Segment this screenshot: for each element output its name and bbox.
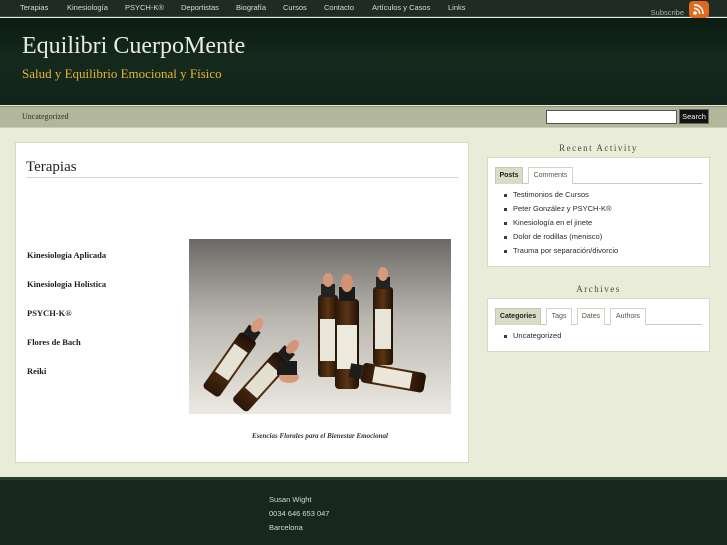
link-reiki[interactable]: Reiki bbox=[27, 366, 46, 376]
archives-widget: Categories Tags Dates Authors Uncategori… bbox=[487, 298, 710, 352]
category-link-uncategorized[interactable]: Uncategorized bbox=[22, 112, 69, 121]
recent-post-item[interactable]: Testimonios de Cursos bbox=[504, 189, 618, 203]
footer-name: Susan Wight bbox=[269, 495, 312, 504]
categories-list: Uncategorized bbox=[504, 330, 561, 344]
nav-item-cursos[interactable]: Cursos bbox=[283, 3, 307, 12]
link-psych-k[interactable]: PSYCH-K® bbox=[27, 308, 72, 318]
search-button[interactable]: Search bbox=[679, 109, 709, 124]
nav-item-biografia[interactable]: Biografía bbox=[236, 3, 266, 12]
top-navigation: Terapias Kinesiología PSYCH-K® Deportist… bbox=[0, 0, 727, 18]
category-item[interactable]: Uncategorized bbox=[504, 330, 561, 344]
nav-item-contacto[interactable]: Contacto bbox=[324, 3, 354, 12]
recent-post-item[interactable]: Dolor de rodillas (menisco) bbox=[504, 231, 618, 245]
site-header: Equilibri CuerpoMente Salud y Equilibrio… bbox=[0, 18, 727, 105]
main-content: Terapias Kinesiología Aplicada Kinesiolo… bbox=[15, 142, 469, 463]
footer-phone: 0034 646 653 047 bbox=[269, 509, 330, 518]
recent-activity-widget: Posts Comments Testimonios de Cursos Pet… bbox=[487, 157, 710, 267]
recent-activity-heading: Recent Activity bbox=[559, 143, 638, 153]
site-tagline: Salud y Equilibrio Emocional y Físico bbox=[22, 66, 222, 81]
site-title[interactable]: Equilibri CuerpoMente bbox=[22, 33, 245, 60]
recent-post-item[interactable]: Kinesiología en el jinete bbox=[504, 217, 618, 231]
flower-essences-photo bbox=[189, 239, 451, 414]
nav-item-psych-k[interactable]: PSYCH-K® bbox=[125, 3, 164, 12]
site-footer: Susan Wight 0034 646 653 047 Barcelona bbox=[0, 477, 727, 545]
nav-item-articulos[interactable]: Artículos y Casos bbox=[372, 3, 430, 12]
footer-city: Barcelona bbox=[269, 523, 303, 532]
nav-item-links[interactable]: Links bbox=[448, 3, 466, 12]
link-kinesiologia-aplicada[interactable]: Kinesiología Aplicada bbox=[27, 250, 106, 260]
title-divider bbox=[26, 177, 458, 178]
link-kinesiologia-holistica[interactable]: Kinesiología Holística bbox=[27, 279, 106, 289]
search-input[interactable] bbox=[546, 110, 677, 124]
rss-feed-icon[interactable] bbox=[689, 1, 709, 18]
archives-tabs: Categories Tags Dates Authors bbox=[495, 308, 702, 325]
link-flores-de-bach[interactable]: Flores de Bach bbox=[27, 337, 81, 347]
tab-comments[interactable]: Comments bbox=[528, 167, 573, 184]
archives-heading: Archives bbox=[576, 284, 621, 294]
recent-activity-tabs: Posts Comments bbox=[495, 167, 702, 184]
tab-dates[interactable]: Dates bbox=[577, 308, 605, 325]
category-bar: Uncategorized Search bbox=[0, 106, 727, 128]
page-title: Terapias bbox=[26, 159, 77, 175]
nav-item-kinesiologia[interactable]: Kinesiología bbox=[67, 3, 108, 12]
nav-item-deportistas[interactable]: Deportistas bbox=[181, 3, 219, 12]
recent-post-item[interactable]: Peter González y PSYCH-K® bbox=[504, 203, 618, 217]
nav-item-terapias[interactable]: Terapias bbox=[20, 3, 48, 12]
recent-posts-list: Testimonios de Cursos Peter González y P… bbox=[504, 189, 618, 259]
tab-posts[interactable]: Posts bbox=[495, 167, 523, 184]
subscribe-link[interactable]: Subscribe bbox=[651, 8, 684, 17]
tab-authors[interactable]: Authors bbox=[610, 308, 646, 325]
photo-caption: Esencias Florales para el Bienestar Emoc… bbox=[252, 432, 388, 440]
recent-post-item[interactable]: Trauma por separación/divorcio bbox=[504, 245, 618, 259]
tab-tags[interactable]: Tags bbox=[546, 308, 572, 325]
tab-categories[interactable]: Categories bbox=[495, 308, 541, 325]
